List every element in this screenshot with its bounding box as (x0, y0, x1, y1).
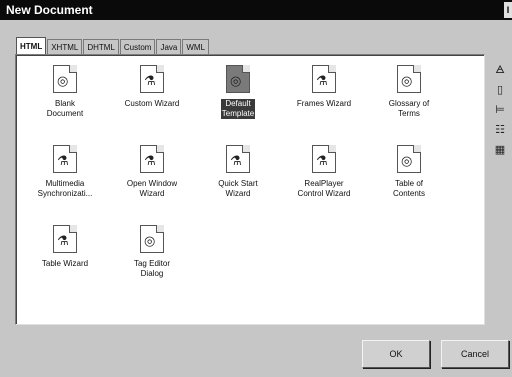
globe-doc-icon: ◎ (53, 65, 77, 93)
tree-icon[interactable]: ⊨ (493, 103, 507, 117)
tab-wml[interactable]: WML (182, 39, 210, 55)
wizard-icon: ⚗ (312, 145, 336, 173)
new-document-dialog: New Document I HTML XHTML DHTML Custom J… (0, 0, 512, 377)
template-item[interactable]: ◎ Blank Document (27, 65, 103, 121)
template-item-label: Open Window Wizard (126, 179, 178, 198)
wizard-icon: ⚗ (140, 65, 164, 93)
tab-html[interactable]: HTML (16, 37, 47, 55)
template-item-label: RealPlayer Control Wizard (297, 179, 351, 198)
wizard-icon: ⚗ (226, 145, 250, 173)
title-bar: New Document I (0, 0, 512, 20)
title-bar-button[interactable]: I (504, 2, 512, 18)
template-item-label: Tag Editor Dialog (133, 259, 171, 278)
template-item-label: Quick Start Wizard (218, 179, 258, 198)
template-item[interactable]: ⚗ Table Wizard (27, 225, 103, 271)
template-item[interactable]: ◎ Default Template (200, 65, 276, 121)
template-item-label: Glossary of Terms (388, 99, 430, 118)
dialog-title: New Document (6, 3, 93, 17)
tab-java[interactable]: Java (156, 39, 182, 55)
template-item[interactable]: ◎ Tag Editor Dialog (114, 225, 190, 281)
wizard-icon: ⚗ (312, 65, 336, 93)
tab-strip: HTML XHTML DHTML Custom Java WML (16, 37, 210, 55)
template-item-label: Default Template (220, 99, 256, 119)
template-item-label: Table Wizard (41, 259, 89, 268)
tab-xhtml[interactable]: XHTML (47, 39, 83, 55)
template-item[interactable]: ⚗ RealPlayer Control Wizard (286, 145, 362, 201)
template-item[interactable]: ⚗ Open Window Wizard (114, 145, 190, 201)
template-item-label: Blank Document (46, 99, 84, 118)
cancel-button[interactable]: Cancel (441, 340, 509, 368)
view-toolbar: 🜁 ▯ ⊨ ☷ ▦ (490, 63, 510, 163)
template-grid: ◎ Blank Document ⚗ Custom Wizard ◎ Default Te… (16, 55, 484, 324)
template-item[interactable]: ⚗ Custom Wizard (114, 65, 190, 111)
template-panel: ◎ Blank Document ⚗ Custom Wizard ◎ Default Te… (15, 54, 485, 325)
template-item[interactable]: ⚗ Multimedia Synchronizati... (27, 145, 103, 201)
globe-doc-icon: ◎ (397, 65, 421, 93)
template-item-label: Frames Wizard (296, 99, 352, 108)
globe-doc-icon: ◎ (397, 145, 421, 173)
template-item[interactable]: ⚗ Quick Start Wizard (200, 145, 276, 201)
globe-doc-icon: ◎ (140, 225, 164, 253)
wizard-icon: ⚗ (140, 145, 164, 173)
wizard-icon: ⚗ (53, 225, 77, 253)
tab-custom[interactable]: Custom (119, 39, 156, 55)
ok-button[interactable]: OK (362, 340, 430, 368)
grid-view-icon[interactable]: ▦ (493, 143, 507, 157)
blank-page-icon[interactable]: ▯ (493, 83, 507, 97)
template-item[interactable]: ◎ Table of Contents (371, 145, 447, 201)
tab-dhtml[interactable]: DHTML (83, 39, 119, 55)
template-item[interactable]: ◎ Glossary of Terms (371, 65, 447, 121)
template-item-label: Table of Contents (392, 179, 426, 198)
globe-doc-icon: ◎ (226, 65, 250, 93)
list-view-icon[interactable]: ☷ (493, 123, 507, 137)
wizard-icon[interactable]: 🜁 (493, 63, 507, 77)
template-item-label: Multimedia Synchronizati... (37, 179, 93, 198)
wizard-icon: ⚗ (53, 145, 77, 173)
template-item[interactable]: ⚗ Frames Wizard (286, 65, 362, 111)
template-item-label: Custom Wizard (124, 99, 180, 108)
